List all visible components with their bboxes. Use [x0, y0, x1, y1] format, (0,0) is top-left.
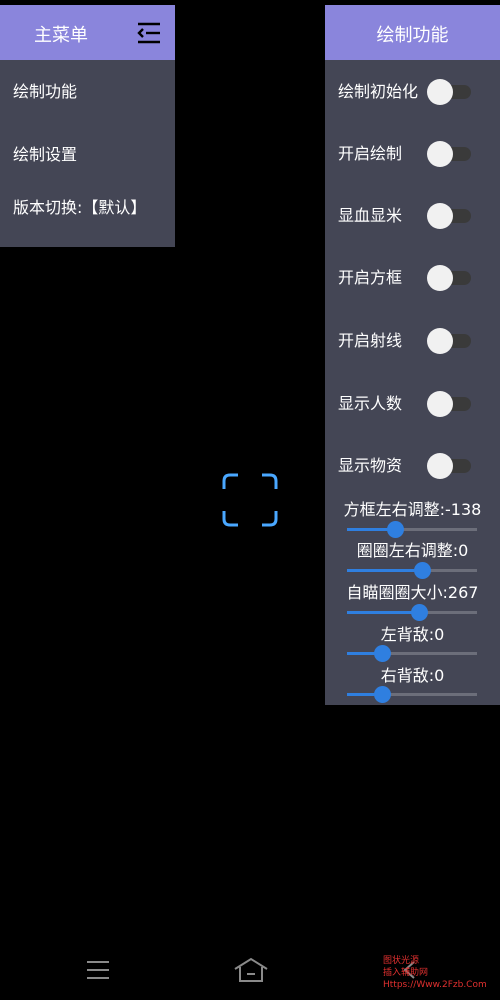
main-menu-title: 主菜单: [34, 25, 88, 46]
watermark-line: Https://Www.2Fzb.Com: [383, 980, 487, 990]
show-health-switch[interactable]: [427, 203, 473, 229]
switch-thumb: [427, 391, 453, 417]
toggle-row-show-count[interactable]: 显示人数: [325, 384, 500, 424]
slider-label: 自瞄圈圈大小:267: [346, 583, 479, 602]
watermark: 图状光源 插入辅助网 Https://Www.2Fzb.Com: [383, 955, 495, 991]
main-menu-header: 主菜单: [0, 5, 175, 60]
draw-function-panel: 绘制功能 绘制初始化 开启绘制 显血显米 开启方框 开启射线 显示人数 显示物资…: [325, 5, 500, 705]
menu-item-draw-function[interactable]: 绘制功能: [13, 81, 163, 103]
toggle-label: 开启方框: [338, 268, 403, 287]
toggle-row-draw-init[interactable]: 绘制初始化: [325, 72, 500, 112]
draw-init-switch[interactable]: [427, 79, 473, 105]
toggle-label: 开启射线: [338, 331, 403, 350]
switch-thumb: [427, 453, 453, 479]
menu-icon[interactable]: [86, 960, 110, 980]
menu-item-version-switch[interactable]: 版本切换:【默认】: [13, 197, 163, 219]
show-supplies-switch[interactable]: [427, 453, 473, 479]
menu-collapse-icon[interactable]: [136, 22, 162, 44]
watermark-line: 插入辅助网: [383, 968, 429, 978]
slider-thumb[interactable]: [414, 562, 431, 579]
menu-item-draw-settings[interactable]: 绘制设置: [13, 144, 163, 166]
right-back-enemy-slider[interactable]: [347, 686, 477, 704]
slider-thumb[interactable]: [374, 686, 391, 703]
slider-thumb[interactable]: [387, 521, 404, 538]
circle-offset-slider[interactable]: [347, 562, 477, 580]
toggle-row-enable-draw[interactable]: 开启绘制: [325, 134, 500, 174]
switch-thumb: [427, 203, 453, 229]
slider-label: 方框左右调整:-138: [343, 500, 482, 519]
toggle-label: 显示物资: [338, 456, 403, 475]
draw-panel-title: 绘制功能: [376, 25, 449, 46]
toggle-row-enable-box[interactable]: 开启方框: [325, 258, 500, 298]
aim-circle-size-slider[interactable]: [347, 604, 477, 622]
slider-label: 圈圈左右调整:0: [356, 541, 469, 560]
enable-box-switch[interactable]: [427, 265, 473, 291]
slider-fill: [347, 611, 419, 614]
switch-thumb: [427, 265, 453, 291]
box-offset-slider[interactable]: [347, 521, 477, 539]
show-count-switch[interactable]: [427, 391, 473, 417]
draw-panel-header: 绘制功能: [325, 5, 500, 60]
left-back-enemy-slider[interactable]: [347, 645, 477, 663]
toggle-label: 绘制初始化: [338, 82, 419, 101]
enable-draw-switch[interactable]: [427, 141, 473, 167]
toggle-label: 显血显米: [338, 206, 403, 225]
switch-thumb: [427, 141, 453, 167]
slider-label: 左背敌:0: [380, 625, 445, 644]
toggle-row-enable-ray[interactable]: 开启射线: [325, 321, 500, 361]
slider-label: 右背敌:0: [380, 666, 445, 685]
toggle-label: 开启绘制: [338, 144, 403, 163]
switch-thumb: [427, 79, 453, 105]
slider-thumb[interactable]: [411, 604, 428, 621]
watermark-line: 图状光源: [383, 956, 420, 966]
toggle-row-show-supplies[interactable]: 显示物资: [325, 446, 500, 486]
toggle-label: 显示人数: [338, 394, 403, 413]
toggle-row-show-health[interactable]: 显血显米: [325, 196, 500, 236]
home-icon[interactable]: [233, 957, 269, 983]
slider-fill: [347, 569, 422, 572]
main-menu: 主菜单 绘制功能 绘制设置 版本切换:【默认】: [0, 5, 175, 247]
slider-thumb[interactable]: [374, 645, 391, 662]
enable-ray-switch[interactable]: [427, 328, 473, 354]
switch-thumb: [427, 328, 453, 354]
focus-frame-icon[interactable]: [222, 473, 278, 527]
